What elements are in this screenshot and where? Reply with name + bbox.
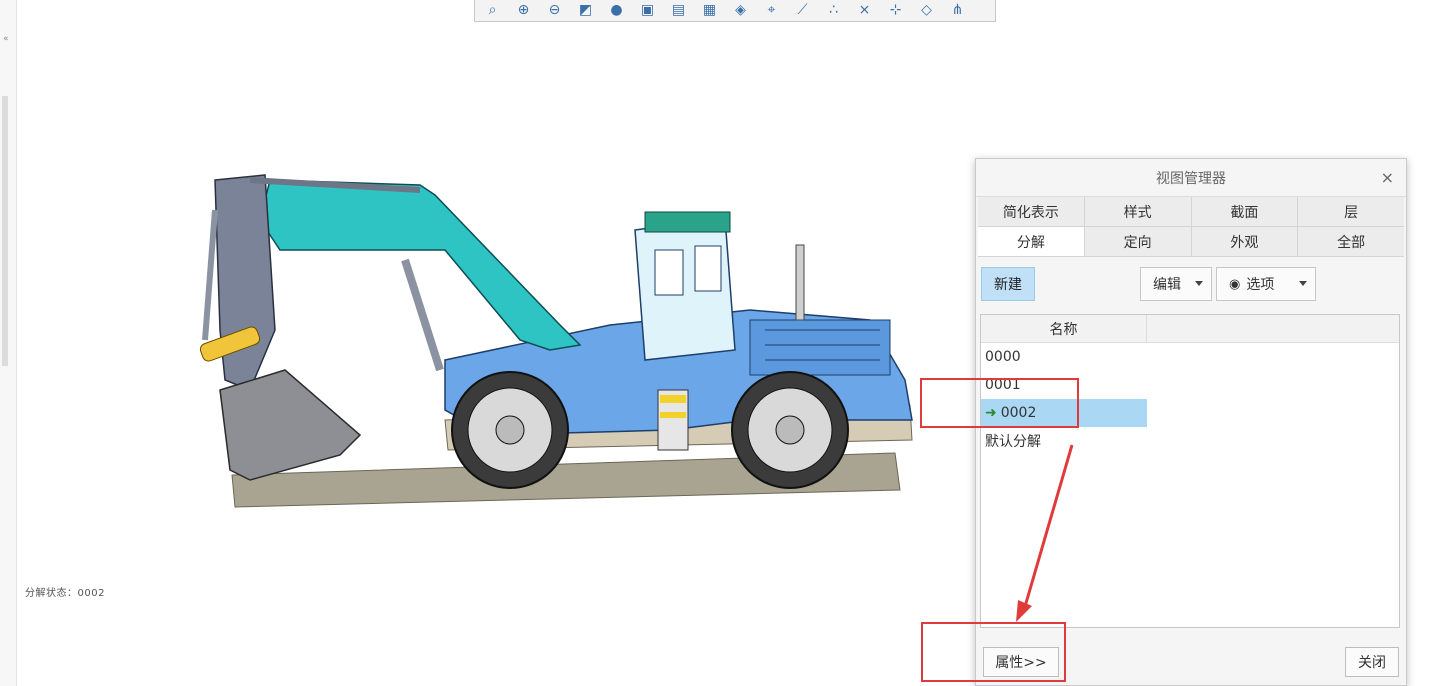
options-label: 选项: [1246, 277, 1275, 293]
appearance-icon[interactable]: ◈: [727, 0, 754, 20]
tab-style[interactable]: 样式: [1084, 197, 1192, 226]
shading-icon[interactable]: ●: [603, 0, 630, 20]
highlight-box-properties: [921, 622, 1066, 682]
dialog-title: 视图管理器: [1156, 170, 1226, 187]
saved-views-icon[interactable]: ▤: [665, 0, 692, 20]
datum-plane-icon[interactable]: ⌖: [758, 0, 785, 20]
new-button[interactable]: 新建: [981, 267, 1035, 301]
excavator-model[interactable]: [190, 150, 930, 520]
tab-orient[interactable]: 定向: [1084, 227, 1192, 256]
tab-row-1: 简化表示 样式 截面 层: [978, 197, 1404, 227]
explode-state-label: 分解状态：0002: [25, 588, 105, 599]
zoom-out-icon[interactable]: ⊖: [541, 0, 568, 20]
eye-icon: ◉: [1229, 276, 1241, 292]
close-icon[interactable]: ×: [1381, 168, 1394, 187]
view-toolbar: ⌕ ⊕ ⊖ ◩ ● ▣ ▤ ▦ ◈ ⌖ ⟋ ∴ ⨯ ⊹ ◇ ⋔: [474, 0, 996, 22]
tab-appearance[interactable]: 外观: [1191, 227, 1299, 256]
dialog-titlebar[interactable]: 视图管理器 ×: [976, 159, 1406, 197]
tab-row-2: 分解 定向 外观 全部: [978, 227, 1404, 257]
left-panel-strip: «: [0, 0, 17, 686]
edit-label: 编辑: [1153, 277, 1181, 293]
datum-axis-icon[interactable]: ⟋: [789, 0, 816, 20]
left-scrollbar[interactable]: [2, 96, 8, 366]
list-item-label: 0000: [985, 349, 1021, 365]
view-cube-icon[interactable]: ▣: [634, 0, 661, 20]
tab-all[interactable]: 全部: [1298, 227, 1404, 256]
spin-center-icon[interactable]: ◇: [913, 0, 940, 20]
repaint-icon[interactable]: ◩: [572, 0, 599, 20]
name-column-header[interactable]: 名称: [981, 315, 1147, 342]
panel-collapse-icon[interactable]: «: [3, 34, 9, 44]
close-button[interactable]: 关闭: [1345, 647, 1399, 677]
tab-explode[interactable]: 分解: [978, 227, 1085, 256]
chevron-down-icon: [1299, 281, 1307, 286]
highlight-box-selected-state: [920, 378, 1079, 428]
zoom-in-icon[interactable]: ⊕: [510, 0, 537, 20]
refit-icon[interactable]: ⌕: [479, 0, 506, 20]
datum-display-icon[interactable]: ⋔: [944, 0, 971, 20]
control-row: 新建 编辑 ◉ 选项: [976, 257, 1406, 309]
options-dropdown[interactable]: ◉ 选项: [1216, 267, 1316, 301]
tab-section[interactable]: 截面: [1191, 197, 1299, 226]
annotation-arrow: [1016, 444, 1074, 622]
csys-icon[interactable]: ⨯: [851, 0, 878, 20]
display-style-icon[interactable]: ▦: [696, 0, 723, 20]
tab-simplified-rep[interactable]: 简化表示: [978, 197, 1085, 226]
list-item[interactable]: 0000: [981, 343, 1147, 371]
datum-point-icon[interactable]: ∴: [820, 0, 847, 20]
list-header: 名称: [981, 315, 1399, 343]
annotation-icon[interactable]: ⊹: [882, 0, 909, 20]
chevron-down-icon: [1195, 281, 1203, 286]
tab-layers[interactable]: 层: [1298, 197, 1404, 226]
edit-dropdown[interactable]: 编辑: [1140, 267, 1212, 301]
